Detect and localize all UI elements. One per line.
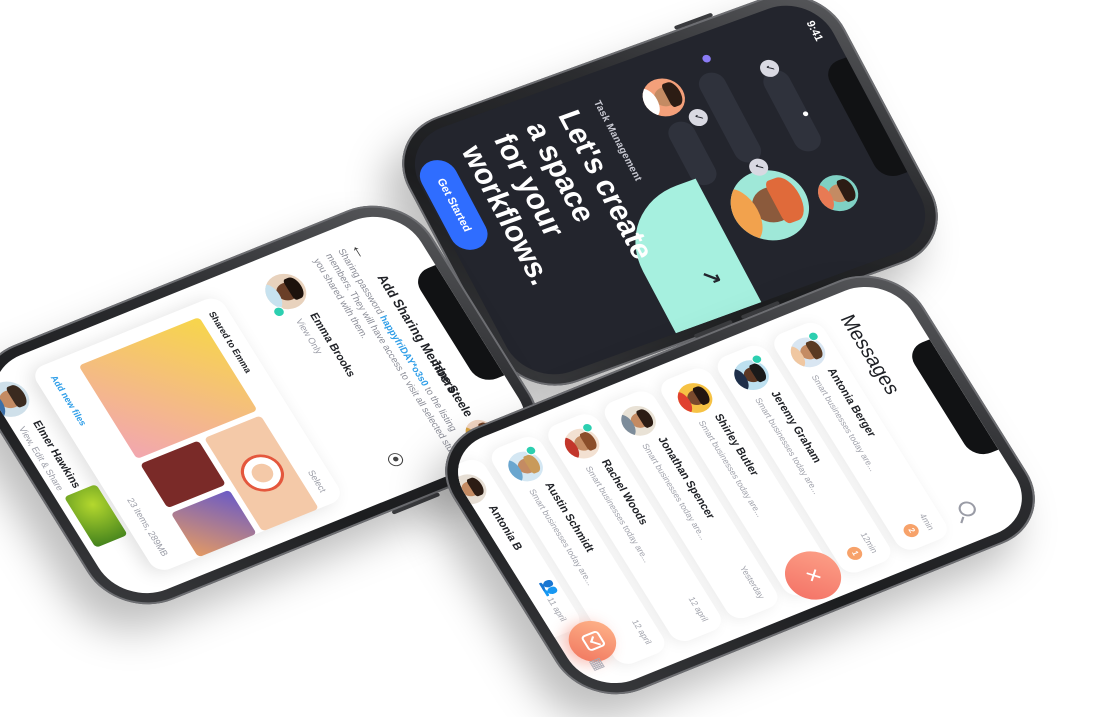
- avatar: [257, 268, 314, 315]
- message-time: 12 april: [629, 618, 655, 646]
- avatar: [811, 169, 866, 217]
- compose-icon: [580, 629, 607, 652]
- notch: [905, 339, 999, 460]
- avatar: [0, 375, 37, 423]
- search-icon[interactable]: [955, 499, 980, 519]
- status-time: 9:41: [803, 19, 826, 43]
- contact-name: Antonia B: [485, 503, 525, 553]
- select-button[interactable]: Select: [306, 469, 329, 494]
- add-files-link[interactable]: Add new files: [48, 374, 88, 427]
- headline: Let's create a space for your workflows.: [454, 106, 661, 290]
- more-options-icon[interactable]: ···: [91, 568, 115, 589]
- avatar: [445, 469, 493, 509]
- items-summary: 23 items, 289MB: [125, 496, 171, 558]
- message-time: 4min: [917, 512, 937, 532]
- volume-button: [673, 12, 714, 30]
- message-time: Yesterday: [737, 564, 768, 601]
- decorative-dot: [700, 53, 713, 64]
- radio-icon[interactable]: [385, 451, 406, 469]
- message-time: 11 april: [545, 595, 569, 623]
- chat-bubble: [663, 117, 722, 189]
- notch: [821, 57, 908, 182]
- avatar: [671, 378, 719, 418]
- message-time: 12 april: [686, 595, 711, 623]
- power-button: [391, 492, 441, 515]
- unread-badge: 1: [844, 544, 865, 562]
- unread-badge: 2: [900, 521, 922, 540]
- chat-bubble: [758, 66, 826, 156]
- avatar: [615, 401, 663, 441]
- avatar: [717, 159, 823, 251]
- avatar: [635, 72, 693, 122]
